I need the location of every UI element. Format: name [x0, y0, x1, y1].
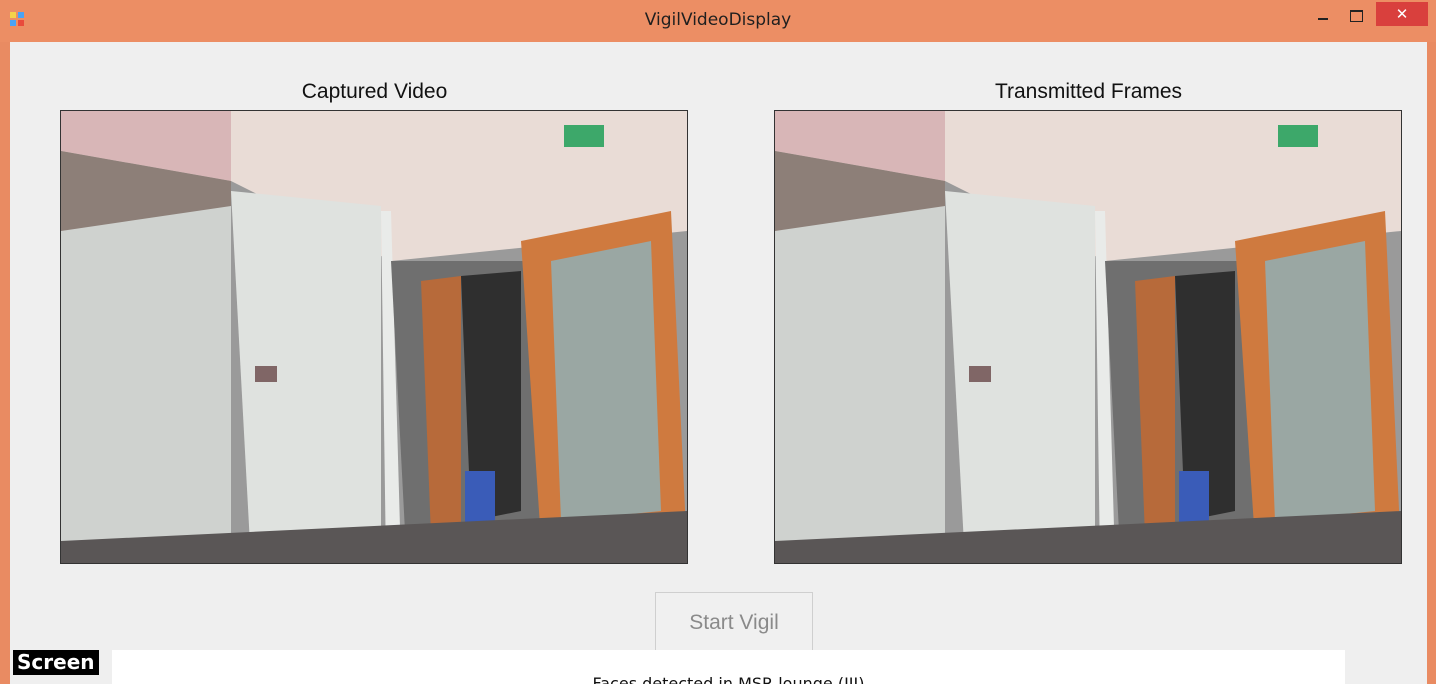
maximize-icon	[1349, 10, 1363, 22]
captured-video-view	[60, 110, 688, 564]
captured-video-image	[61, 111, 687, 563]
client-area: Captured Video Transmitted Frames Start …	[10, 42, 1427, 684]
captured-video-label: Captured Video	[301, 80, 448, 103]
transmitted-frames-label: Transmitted Frames	[994, 80, 1183, 103]
caption-bar: Faces detected in MSR lounge (III)	[112, 650, 1345, 684]
start-vigil-button[interactable]: Start Vigil	[655, 592, 813, 654]
transmitted-frames-view	[774, 110, 1402, 564]
title-bar[interactable]: VigilVideoDisplay ✕	[0, 0, 1436, 42]
screen-badge: Screen	[13, 650, 99, 675]
minimize-icon	[1318, 18, 1328, 20]
maximize-button[interactable]	[1342, 4, 1370, 28]
close-icon: ✕	[1395, 5, 1409, 23]
caption-text: Faces detected in MSR lounge (III)	[592, 674, 865, 684]
window-title: VigilVideoDisplay	[644, 10, 792, 30]
app-window: VigilVideoDisplay ✕ Captured Video Trans…	[0, 0, 1436, 684]
close-button[interactable]: ✕	[1376, 2, 1428, 26]
minimize-button[interactable]	[1309, 4, 1337, 28]
transmitted-frame-image	[775, 111, 1401, 563]
